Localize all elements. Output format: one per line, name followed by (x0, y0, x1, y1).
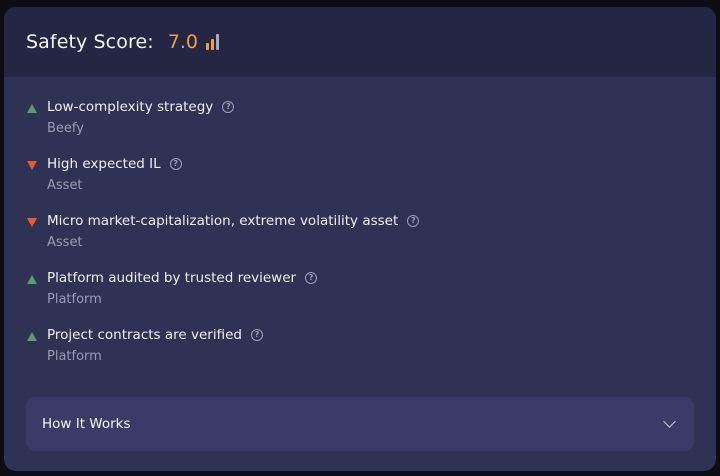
signal-bar (210, 39, 214, 50)
factor-arrow-icon (27, 275, 37, 284)
safety-factor-4: Project contracts are verified ? Platfor… (26, 327, 716, 384)
safety-score-card: Safety Score: 7.0 Low-complexity strateg… (4, 7, 716, 471)
how-it-works-label: How It Works (42, 416, 131, 432)
help-icon[interactable]: ? (222, 101, 235, 113)
factor-arrow-icon (27, 218, 37, 227)
safety-factor-2: Micro market-capitalization, extreme vol… (26, 213, 716, 270)
help-icon[interactable]: ? (250, 329, 263, 341)
help-icon[interactable]: ? (169, 158, 182, 170)
factor-title: Micro market-capitalization, extreme vol… (47, 213, 399, 229)
safety-score-title: Safety Score: (26, 31, 154, 53)
help-icon[interactable]: ? (305, 272, 318, 284)
safety-factor-0: Low-complexity strategy ? Beefy (26, 99, 716, 156)
factor-category: Platform (47, 349, 102, 364)
chevron-down-icon (663, 415, 676, 428)
factor-arrow-icon (27, 332, 37, 341)
factor-title: Low-complexity strategy (47, 99, 214, 115)
help-icon[interactable]: ? (407, 215, 420, 227)
factor-category: Platform (47, 292, 102, 307)
signal-bar (205, 43, 209, 50)
signal-bars-icon (205, 34, 219, 50)
signal-bar (215, 34, 219, 50)
factor-arrow-icon (27, 104, 37, 113)
how-it-works-accordion[interactable]: How It Works (26, 397, 694, 451)
factor-arrow-icon (27, 161, 37, 170)
safety-factor-3: Platform audited by trusted reviewer ? P… (26, 270, 716, 327)
factor-category: Asset (47, 235, 83, 250)
factor-title: Platform audited by trusted reviewer (47, 270, 297, 286)
safety-factors-list: Low-complexity strategy ? Beefy High exp… (4, 77, 716, 384)
factor-title: High expected IL (47, 156, 161, 172)
factor-title: Project contracts are verified (47, 327, 242, 343)
safety-score-header: Safety Score: 7.0 (4, 7, 716, 77)
safety-score-value: 7.0 (167, 31, 198, 53)
factor-category: Beefy (47, 121, 84, 136)
factor-category: Asset (47, 178, 83, 193)
safety-factor-1: High expected IL ? Asset (26, 156, 716, 213)
